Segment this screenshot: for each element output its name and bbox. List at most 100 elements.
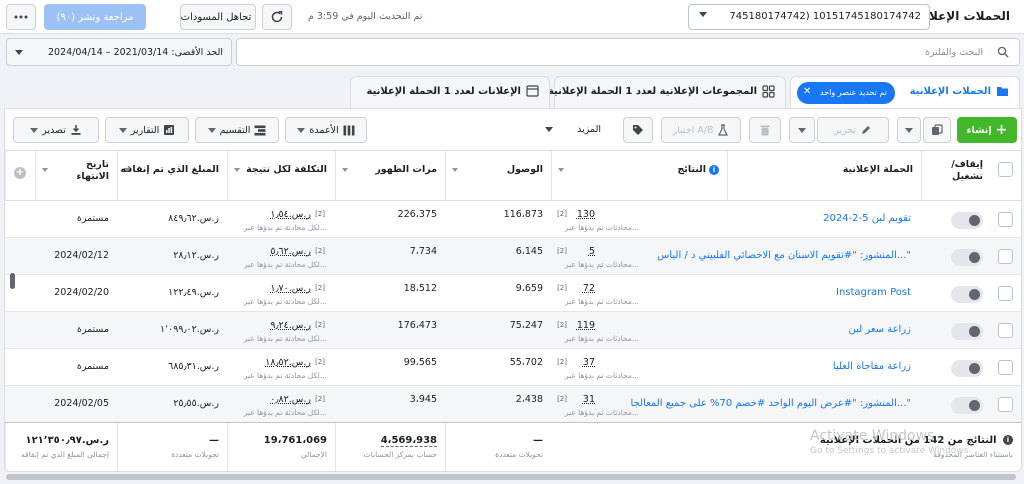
tab-campaigns[interactable]: الحملات الإعلانية ✕ تم تحديد عنصر واحد [790,76,1020,110]
campaign-name-link[interactable]: زراعة سعر لبن [848,324,911,335]
campaign-toggle[interactable] [951,286,983,303]
close-icon[interactable]: ✕ [803,86,811,97]
chevron-down-icon[interactable] [545,127,553,132]
campaign-name-cell: Instagram Post [727,275,921,312]
search-filter-input[interactable]: البحث والفلترة [236,38,1020,66]
results-value[interactable]: 130 [577,209,595,220]
horizontal-scrollbar[interactable] [6,474,1016,480]
create-button[interactable]: إنشاء + [957,117,1017,143]
discard-drafts-button[interactable]: تجاهل المسودات [180,4,256,30]
table-row[interactable]: زراعة سعر لبن 119 [2] محادثات تم بدؤها عبر.… [5,312,1021,349]
column-header-cost-per-result[interactable]: التكلفة لكل نتيجة [227,151,335,201]
campaign-name-link[interactable]: زراعة مفاجاة العليا [833,361,911,372]
totals-reach-cell: 4،569،938 حساب بمركز الحسابات [335,423,445,471]
account-selector[interactable]: 745180174742) 10151745180174742 [688,4,930,30]
duplicate-menu-button[interactable] [897,117,921,143]
table-row[interactable]: زراعة مفاجاة العليا 37 [2] محادثات تم بدؤها… [5,349,1021,386]
row-checkbox[interactable] [998,212,1013,227]
reference-icon: [2] [557,358,567,366]
totals-impressions-sub: الإجمالي [300,450,327,459]
end-date-value: مستمرة [76,324,109,335]
campaign-toggle[interactable] [951,249,983,266]
date-range-picker[interactable]: الحد الأقصى: 2021/03/14 – 2024/04/14 [6,38,232,66]
edit-button[interactable]: تحرير [817,117,889,143]
selected-items-chip[interactable]: ✕ تم تحديد عنصر واحد [797,82,895,104]
results-value[interactable]: 31 [583,394,595,405]
tab-ads[interactable]: الإعلانات لعدد 1 الحملة الإعلانية [350,76,550,108]
vertical-scrollbar[interactable] [10,273,15,289]
column-header-end-date[interactable]: تاريخ الانتهاء [35,151,117,201]
tab-adsets[interactable]: المجموعات الإعلانية لعدد 1 الحملة الإعلا… [548,76,786,108]
results-sub: محادثات تم بدؤها عبر... [564,408,639,417]
table-row[interactable]: تقويم لبن 5-2-2024 130 [2] محادثات تم بدؤها… [5,201,1021,238]
cost-value[interactable]: ر.س.١٨٫٥٢ [265,357,311,368]
cost-value[interactable]: ر.س.٩٫٢٤ [270,320,311,331]
cost-value[interactable]: ر.س.٥٫٦٢ [270,246,311,257]
info-icon[interactable]: i [1003,435,1013,445]
sort-icon[interactable] [342,168,348,172]
refresh-button[interactable] [262,4,292,30]
campaign-name-link[interactable]: تقويم لبن 5-2-2024 [823,213,911,224]
review-publish-button[interactable]: مراجعة ونشر (٩٠) [44,4,146,30]
duplicate-button[interactable] [923,117,951,143]
row-checkbox[interactable] [998,323,1013,338]
table-row[interactable]: المنشور: "#تقويم الاسنان مع الاخصائي الف… [5,238,1021,275]
row-checkbox[interactable] [998,286,1013,301]
sort-icon[interactable] [234,168,240,172]
reach-value: 75،247 [509,320,543,331]
results-value[interactable]: 5 [589,246,595,257]
row-checkbox[interactable] [998,397,1013,412]
results-value[interactable]: 119 [577,320,595,331]
end-date-value: 2024/02/20 [54,287,109,298]
campaign-toggle[interactable] [951,360,983,377]
breakdown-button[interactable]: التقسيم [195,117,279,143]
sort-icon[interactable] [558,168,564,172]
columns-button[interactable]: الأعمدة [285,117,367,143]
column-header-campaign-label: الحملة الإعلانية [842,164,913,175]
table-row[interactable]: Instagram Post 72 [2] محادثات تم بدؤها عبر.… [5,275,1021,312]
column-header-campaign[interactable]: الحملة الإعلانية [727,151,921,201]
column-header-results[interactable]: النتائج i [551,151,727,201]
sort-icon[interactable] [452,168,458,172]
cost-value[interactable]: ر.س.١٫٥٤ [270,209,311,220]
column-header-amount-spent[interactable]: المبلغ الذي تم إنفاقه [117,151,227,201]
row-checkbox[interactable] [998,249,1013,264]
end-date-cell: مستمرة [35,201,117,238]
chevron-down-icon [798,127,806,133]
column-header-reach[interactable]: الوصول [445,151,551,201]
campaign-toggle[interactable] [951,397,983,414]
campaign-name-link[interactable]: Instagram Post [836,287,911,298]
more-dropdown-label[interactable]: المزيد [577,124,601,135]
info-icon[interactable]: i [709,164,719,175]
column-header-toggle[interactable]: إيقاف/ تشغيل [921,151,991,201]
edit-menu-button[interactable] [789,117,815,143]
amount-spent-value: ر.س.٦٨٥٫٣١ [168,361,219,372]
reports-button[interactable]: التقارير [105,117,189,143]
campaign-toggle[interactable] [951,212,983,229]
top-bar: الحملات الإعلانية 745180174742) 10151745… [0,0,1024,34]
totals-reach-sub: حساب بمركز الحسابات [363,450,437,459]
export-button[interactable]: تصدير [13,117,99,143]
row-checkbox[interactable] [998,360,1013,375]
add-column-button[interactable]: + [5,151,35,201]
watermark-subtitle: Go to Settings to activate Windows. [810,446,972,456]
sort-icon[interactable] [42,168,48,172]
cost-sub: لكل محادثة تم بدؤها عبر... [243,408,327,417]
sort-icon[interactable] [124,168,130,172]
select-all-checkbox[interactable] [998,162,1013,177]
chevron-down-icon [30,127,39,133]
results-value[interactable]: 72 [583,283,595,294]
more-options-button[interactable] [6,4,36,30]
column-header-impressions[interactable]: مرات الظهور [335,151,445,201]
totals-results-sub: تحويلات متعددة [495,450,543,459]
campaign-toggle[interactable] [951,323,983,340]
cost-value[interactable]: ر.س.١٫٧٠ [270,283,311,294]
table-row[interactable]: المنشور: "#عرض اليوم الواحد #خصم 70% على… [5,386,1021,423]
delete-button[interactable] [749,117,781,143]
pencil-icon [861,126,870,134]
results-value[interactable]: 37 [583,357,595,368]
results-cell: 130 [2] محادثات تم بدؤها عبر... [551,201,727,238]
cost-value[interactable]: ر.س.٠٫٨٢ [270,394,311,405]
ab-test-button[interactable]: اختبار A/B [661,117,741,143]
tag-button[interactable] [623,117,653,143]
